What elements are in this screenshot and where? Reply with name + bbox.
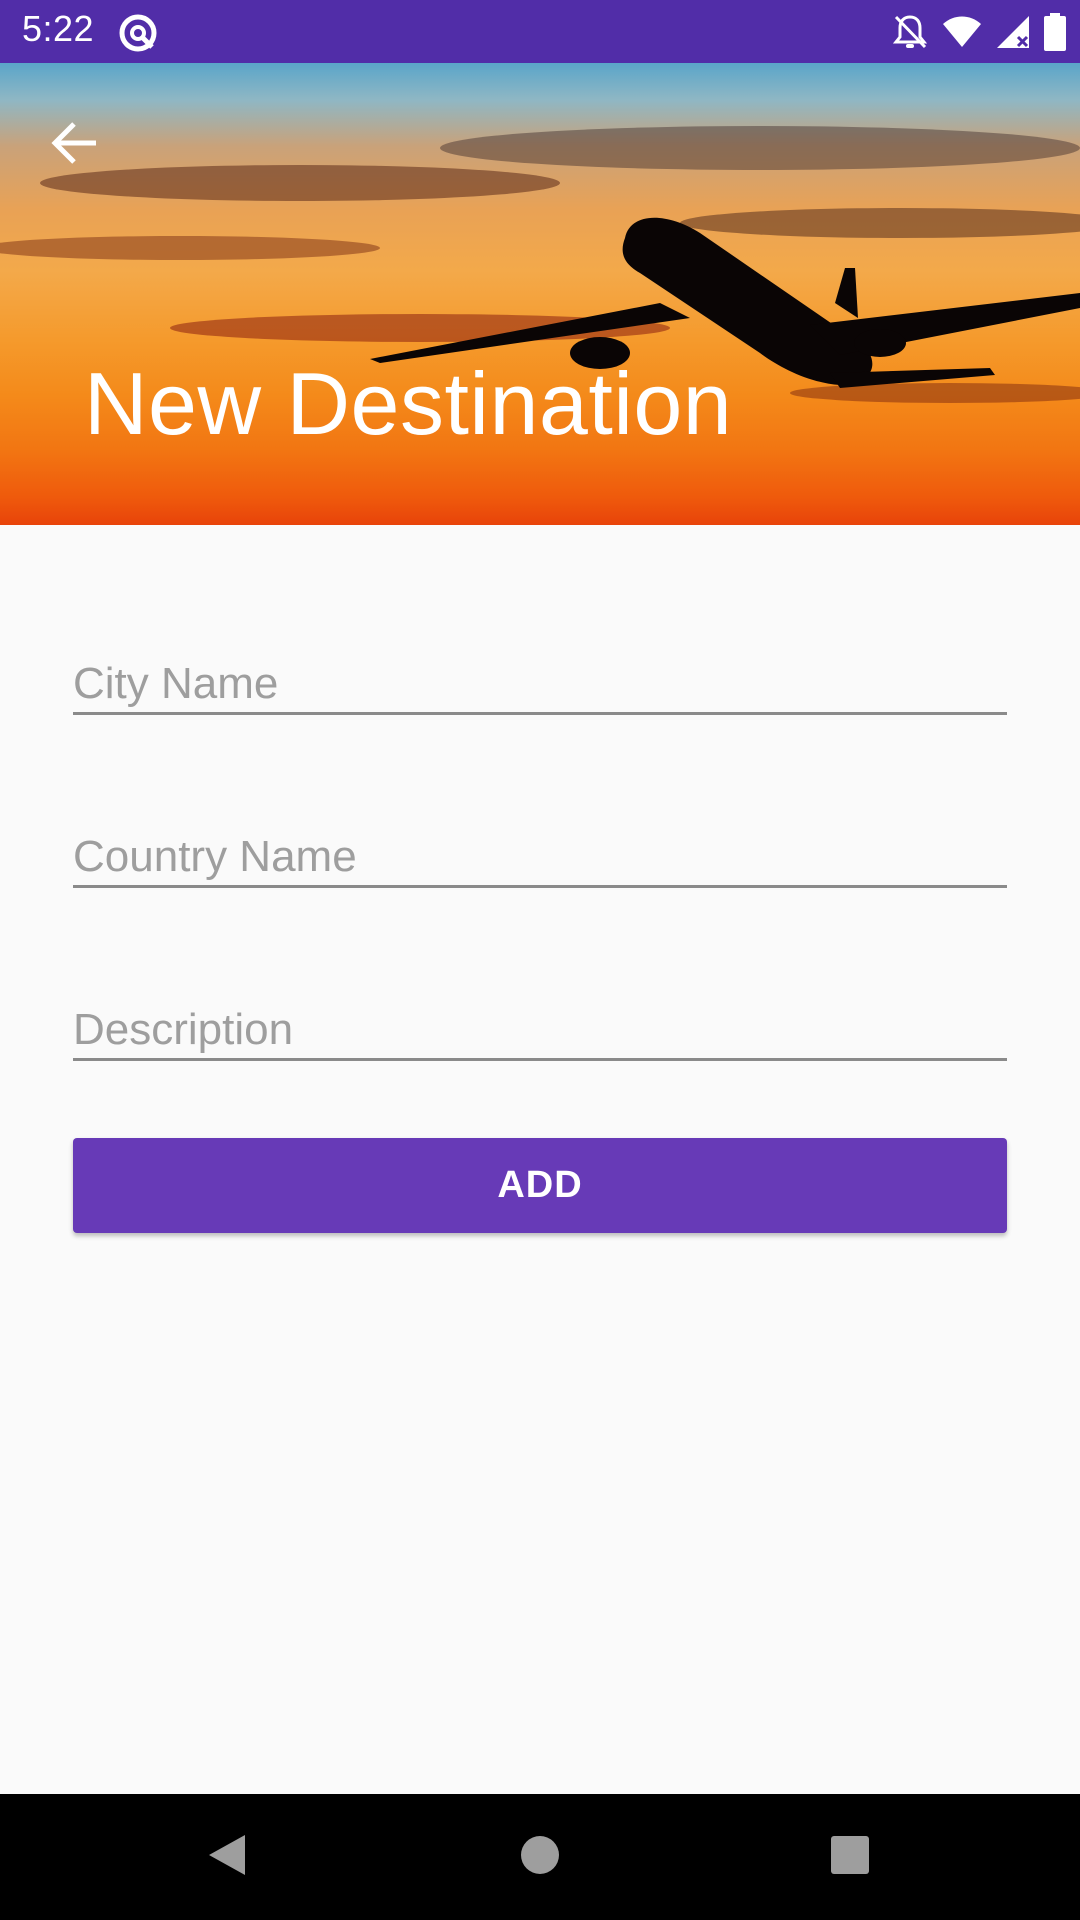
notifications-off-icon: [892, 13, 928, 51]
nav-recents-button[interactable]: [817, 1824, 883, 1890]
cell-signal-icon: [996, 15, 1030, 49]
nav-recents-icon: [830, 1835, 870, 1880]
back-button[interactable]: [40, 111, 108, 179]
nav-back-icon: [207, 1833, 247, 1882]
description-input[interactable]: [73, 971, 1007, 1061]
status-time: 5:22: [22, 8, 95, 49]
city-name-input[interactable]: [73, 625, 1007, 715]
arrow-back-icon: [50, 121, 98, 170]
country-name-input[interactable]: [73, 798, 1007, 888]
nav-back-button[interactable]: [194, 1824, 260, 1890]
nav-home-icon: [520, 1835, 560, 1880]
nav-home-button[interactable]: [507, 1824, 573, 1890]
status-icons: [892, 12, 1066, 52]
app-notification-icon: [118, 13, 158, 53]
wifi-icon: [942, 15, 982, 49]
country-name-field: [73, 798, 1007, 888]
screen: 5:22 New Destination City Name Country N…: [0, 0, 1080, 1920]
add-button[interactable]: ADD: [73, 1138, 1007, 1233]
sunset-airplane-image: [0, 126, 1080, 403]
city-name-field: [73, 625, 1007, 715]
navigation-bar: [0, 1794, 1080, 1920]
header-image: New Destination: [0, 63, 1080, 525]
status-bar: 5:22: [0, 0, 1080, 63]
description-field: [73, 971, 1007, 1061]
battery-icon: [1044, 13, 1066, 51]
page-title: New Destination: [84, 354, 733, 453]
